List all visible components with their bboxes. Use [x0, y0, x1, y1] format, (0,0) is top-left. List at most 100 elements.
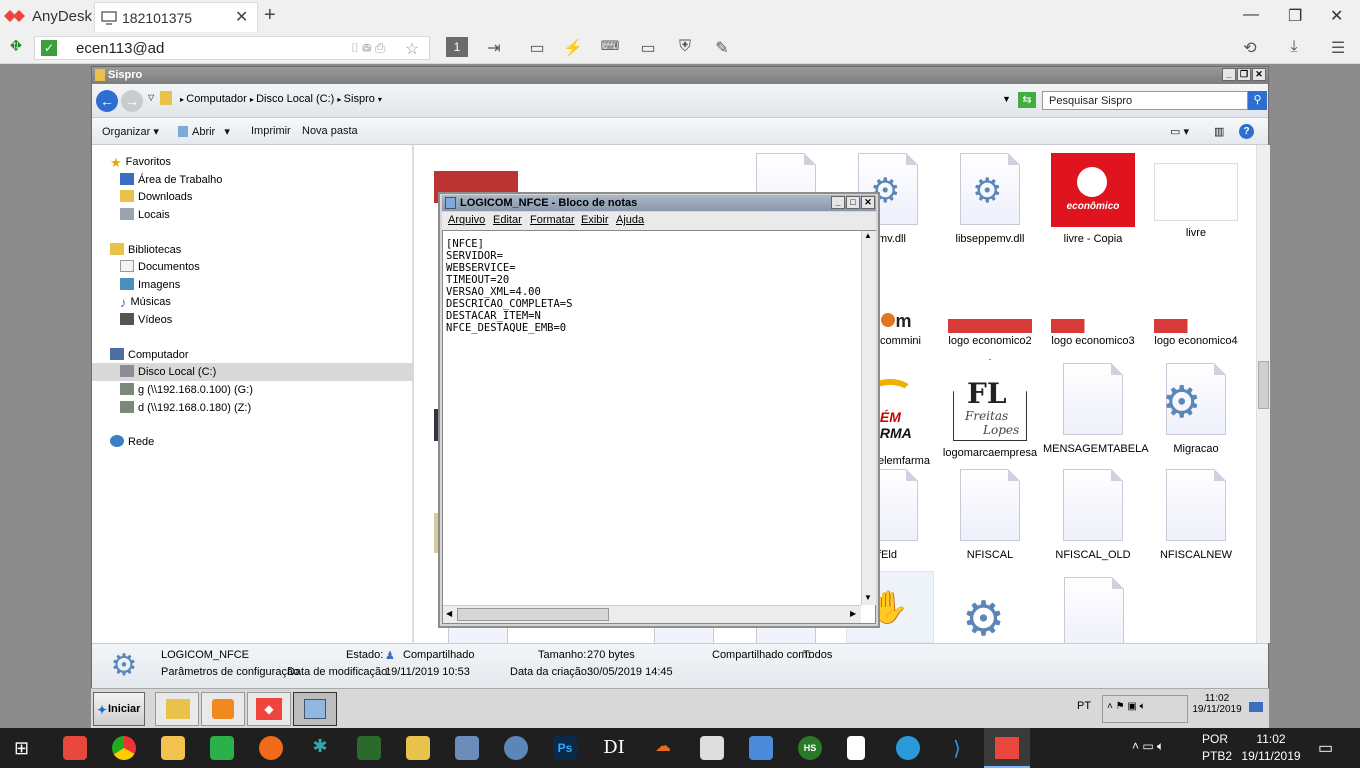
notepad-text-area[interactable]: [NFCE] SERVIDOR= WEBSERVICE= TIMEOUT=20 …	[442, 230, 876, 624]
app-icon[interactable]: ☁	[651, 736, 675, 760]
transfer-icon[interactable]: ⇥	[484, 38, 504, 58]
nav-network[interactable]: Rede	[110, 435, 154, 453]
file-item[interactable]: econômico livre - Copia	[1043, 153, 1143, 245]
forward-icon[interactable]: →	[121, 90, 143, 112]
menu-exibir[interactable]: Exibir	[581, 214, 609, 226]
breadcrumb-computer[interactable]: Computador	[186, 93, 247, 105]
app-icon[interactable]	[455, 736, 479, 760]
tab-session[interactable]: 182101375 ✕	[94, 2, 258, 32]
file-item[interactable]: FL Freitas Lopes logomarcaempresa	[940, 359, 1040, 459]
vertical-scrollbar[interactable]	[1256, 145, 1270, 643]
nav-favorites[interactable]: ★ Favoritos	[110, 155, 171, 173]
nav-downloads[interactable]: Downloads	[120, 190, 192, 208]
keyboard-icon[interactable]: ⌨	[600, 38, 620, 58]
display-icon[interactable]: ▭	[638, 38, 658, 58]
telegram-icon[interactable]	[896, 736, 920, 760]
file-item[interactable]: ⚙ libseppemv.dll	[940, 153, 1040, 245]
anydesk-app-icon[interactable]	[63, 736, 87, 760]
download-icon[interactable]: ⤓	[1284, 38, 1304, 58]
notepad-task-button[interactable]	[293, 692, 337, 726]
notepad-maximize-icon[interactable]: □	[846, 196, 860, 209]
nav-drive-z[interactable]: d (\\192.168.0.180) (Z:)	[120, 401, 251, 419]
app-icon[interactable]	[406, 736, 430, 760]
vscode-icon[interactable]: ⟩	[945, 736, 969, 760]
app-icon[interactable]: DI	[602, 736, 626, 760]
start-button[interactable]: ✦ Iniciar	[93, 692, 145, 726]
connection-icon[interactable]: ⛖	[6, 38, 26, 58]
breadcrumb-drive[interactable]: Disco Local (C:)	[256, 93, 334, 105]
chrome-icon[interactable]	[112, 736, 136, 760]
app-icon[interactable]	[700, 736, 724, 760]
remote-screen[interactable]: Sispro _ ❐ ✕ ← → ▽ ▸ Computador ▸ Disco …	[0, 64, 1360, 728]
notepad-content[interactable]: [NFCE] SERVIDOR= WEBSERVICE= TIMEOUT=20 …	[446, 238, 572, 334]
file-item[interactable]: logo economico3	[1043, 311, 1143, 347]
preview-pane-icon[interactable]: ▥	[1214, 125, 1224, 138]
virtualbox-icon[interactable]	[749, 736, 773, 760]
permissions-icon[interactable]: ⛨	[675, 38, 695, 58]
open-button[interactable]: Abrir ▾	[178, 125, 230, 138]
menu-arquivo[interactable]: Arquivo	[448, 214, 485, 226]
notifications-icon[interactable]: ▭	[1318, 738, 1333, 758]
new-folder-button[interactable]: Nova pasta	[302, 125, 358, 137]
nav-drive-c[interactable]: Disco Local (C:)	[92, 363, 414, 381]
scroll-thumb[interactable]	[1258, 361, 1269, 409]
anydesk-task-button[interactable]: ◆	[247, 692, 291, 726]
breadcrumb-sispro[interactable]: Sispro	[344, 93, 375, 105]
notepad-close-icon[interactable]: ✕	[861, 196, 875, 209]
file-item[interactable]: NFISCALNEW	[1146, 469, 1246, 561]
app-icon[interactable]	[259, 736, 283, 760]
file-item[interactable]: logo economico2	[940, 311, 1040, 347]
nav-desktop[interactable]: Área de Trabalho	[120, 173, 222, 191]
menu-icon[interactable]: ☰	[1328, 38, 1348, 58]
address-dropdown-icon[interactable]: ▼	[1002, 94, 1011, 104]
anydesk-active-task[interactable]	[984, 728, 1030, 768]
windows-start-icon[interactable]: ⊞	[14, 738, 29, 759]
organize-button[interactable]: Organizar ▾	[102, 125, 159, 138]
notepad-minimize-icon[interactable]: _	[831, 196, 845, 209]
search-field[interactable]: Pesquisar Sispro	[1042, 91, 1248, 110]
tray-icons[interactable]: ˄ ▭ 🔈︎	[1132, 739, 1164, 754]
search-icon[interactable]: ⚲	[1248, 91, 1267, 110]
nav-drive-g[interactable]: g (\\192.168.0.100) (G:)	[120, 383, 253, 401]
print-button[interactable]: Imprimir	[251, 125, 291, 137]
file-icon[interactable]	[847, 736, 865, 760]
show-desktop-icon[interactable]	[1249, 702, 1263, 712]
file-item[interactable]: MENSAGEMTABELA	[1043, 363, 1149, 455]
host-clock[interactable]: 11:02 19/11/2019	[1236, 731, 1306, 765]
explorer-maximize-icon[interactable]: ❐	[1237, 68, 1251, 81]
nav-libraries[interactable]: Bibliotecas	[110, 243, 181, 261]
settings-file-icon[interactable]: ⚙	[962, 591, 1005, 643]
file-item[interactable]: NFISCAL_OLD	[1043, 469, 1143, 561]
media-task-button[interactable]	[201, 692, 245, 726]
photoshop-icon[interactable]: Ps	[553, 736, 577, 760]
paint-icon[interactable]	[504, 736, 528, 760]
host-language-indicator[interactable]: POR PTB2	[1202, 731, 1232, 765]
tray-icons[interactable]: ˄ ⚑ ▣ 🔈︎	[1102, 695, 1188, 723]
language-indicator[interactable]: PT	[1077, 700, 1091, 712]
address-field[interactable]: ✓ ecen113@ad ⌷ ⛁ ⎙ ☆	[34, 36, 430, 60]
explorer-close-icon[interactable]: ✕	[1252, 68, 1266, 81]
new-tab-icon[interactable]: +	[264, 4, 276, 27]
menu-formatar[interactable]: Formatar	[530, 214, 575, 226]
scroll-thumb[interactable]	[457, 608, 609, 621]
file-explorer-icon[interactable]	[161, 736, 185, 760]
file-item[interactable]: ⚙ Migracao	[1146, 363, 1246, 455]
favorite-star-icon[interactable]: ☆	[405, 39, 419, 59]
menu-ajuda[interactable]: Ajuda	[616, 214, 644, 226]
app-icon[interactable]: HS	[798, 736, 822, 760]
whiteboard-icon[interactable]: ✎	[712, 38, 732, 58]
nav-documents[interactable]: Documentos	[120, 260, 200, 278]
document-icon[interactable]	[1064, 577, 1124, 643]
help-icon[interactable]: ?	[1239, 124, 1254, 139]
notepad-vertical-scrollbar[interactable]: ▲ ▼	[861, 231, 876, 605]
close-icon[interactable]: ✕	[1330, 6, 1343, 26]
history-icon[interactable]: ⟲	[1240, 38, 1260, 58]
display-number-button[interactable]: 1	[446, 37, 468, 57]
explorer-task-button[interactable]	[155, 692, 199, 726]
menu-editar[interactable]: Editar	[493, 214, 522, 226]
nav-videos[interactable]: Vídeos	[120, 313, 172, 331]
explorer-minimize-icon[interactable]: _	[1222, 68, 1236, 81]
file-item[interactable]: NFISCAL	[940, 469, 1040, 561]
file-item[interactable]: livre	[1146, 153, 1246, 239]
restore-icon[interactable]: ❐	[1288, 6, 1302, 26]
